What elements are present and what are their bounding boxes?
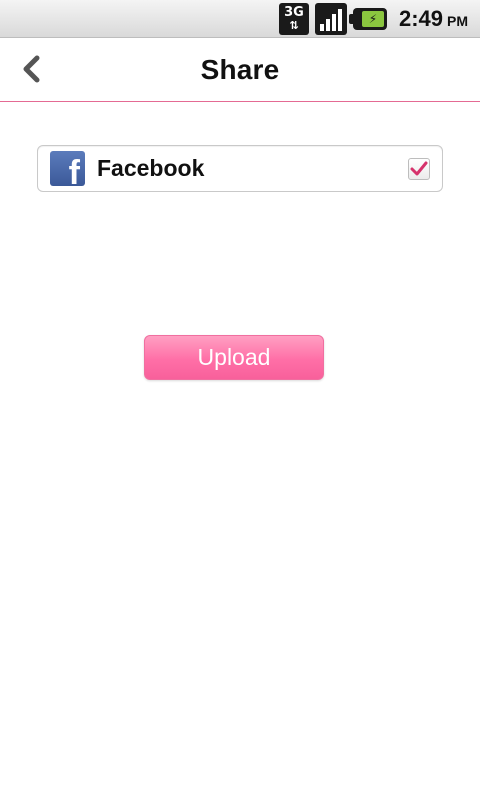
battery-charging-icon: ⚡ [348, 7, 387, 30]
app-header: Share [0, 38, 480, 102]
network-3g-icon: 3G ⇅ [278, 2, 309, 35]
page-title: Share [200, 53, 280, 85]
clock-ampm: PM [447, 12, 468, 29]
upload-button[interactable]: Upload [144, 335, 324, 380]
signal-strength-icon [314, 2, 347, 35]
clock-time: 2:49 [398, 5, 443, 31]
chevron-left-icon [23, 55, 40, 83]
back-button[interactable] [14, 52, 48, 86]
network-arrows: ⇅ [289, 18, 299, 32]
share-option-label: Facebook [97, 155, 205, 181]
facebook-icon: f [50, 151, 85, 186]
facebook-checkbox[interactable] [408, 157, 430, 180]
status-clock: 2:49 PM [399, 6, 468, 32]
network-type-label: 3G [284, 4, 304, 20]
status-bar: 3G ⇅ ⚡ 2:49 PM [0, 0, 480, 38]
share-option-facebook[interactable]: f Facebook [37, 145, 443, 192]
checkmark-icon [410, 161, 428, 175]
